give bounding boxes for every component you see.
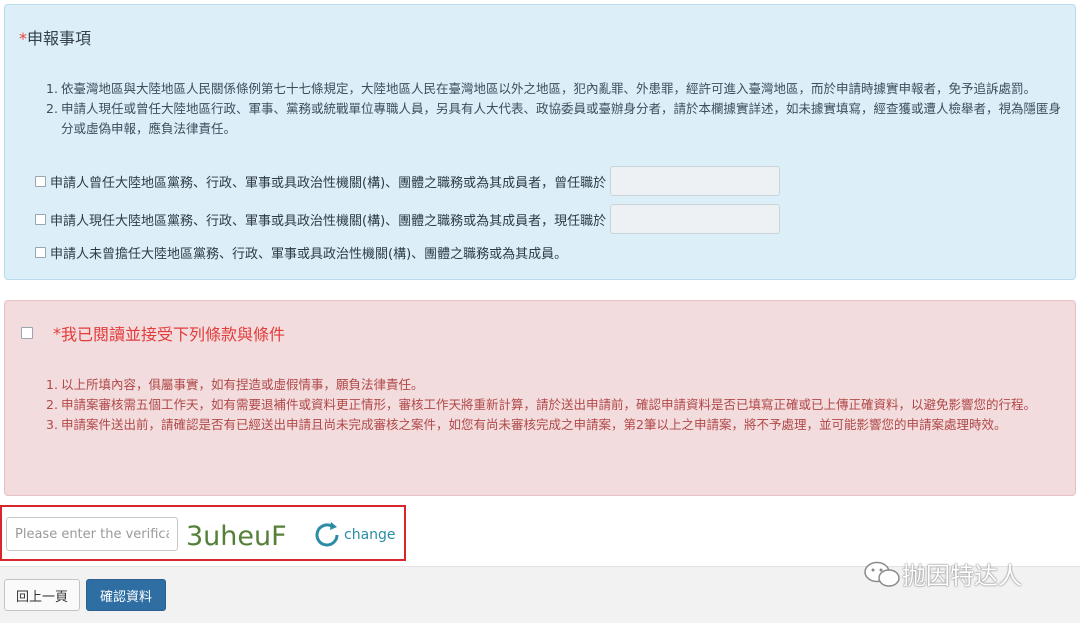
list-item: 1. 以上所填內容，俱屬事實，如有捏造或虛假情事，願負法律責任。 [46, 375, 1063, 395]
watermark: 抛因特达人 [862, 556, 1022, 591]
refresh-icon [315, 522, 339, 547]
refresh-label: change [344, 527, 396, 543]
required-mark: * [19, 29, 27, 48]
option-label: 申請人現任大陸地區黨務、行政、軍事或具政治性機關(構)、團體之職務或為其成員者，… [50, 213, 607, 229]
current-position-input[interactable] [610, 204, 781, 234]
list-item: 2. 申請人現任或曾任大陸地區行政、軍事、黨務或統戰單位專職人員，另具有人大代表、… [46, 99, 1063, 139]
list-item-text: 申請人現任或曾任大陸地區行政、軍事、黨務或統戰單位專職人員，另具有人大代表、政協… [61, 101, 1062, 136]
option-former-position: 申請人曾任大陸地區黨務、行政、軍事或具政治性機關(構)、團體之職務或為其成員者，… [35, 166, 781, 196]
list-item-text: 以上所填內容，俱屬事實，如有捏造或虛假情事，願負法律責任。 [61, 377, 424, 392]
captcha-input[interactable] [6, 517, 178, 551]
list-item: 1. 依臺灣地區與大陸地區人民關係條例第七十七條規定，大陸地區人民在臺灣地區以外之… [46, 79, 1063, 99]
list-item-number: 2. [46, 397, 58, 412]
list-item-number: 3. [46, 417, 58, 432]
list-item-number: 1. [46, 81, 58, 96]
required-mark: * [53, 323, 61, 343]
terms-list: 1. 以上所填內容，俱屬事實，如有捏造或虛假情事，願負法律責任。 2. 申請案審核需… [46, 375, 1063, 435]
declaration-list: 1. 依臺灣地區與大陸地區人民關係條例第七十七條規定，大陸地區人民在臺灣地區以外之… [46, 79, 1063, 139]
list-item-text: 申請案審核需五個工作天，如有需要退補件或資料更正情形，審核工作天將重新計算，請於… [61, 397, 1037, 412]
wechat-icon [864, 561, 900, 587]
list-item-text: 申請案件送出前，請確認是否有已經送出申請且尚未完成審核之案件，如您有尚未審核完成… [61, 417, 1007, 432]
captcha-image: 3uheuF [186, 521, 287, 552]
list-item: 2. 申請案審核需五個工作天，如有需要退補件或資料更正情形，審核工作天將重新計算，… [46, 395, 1063, 415]
captcha-refresh[interactable]: change [312, 520, 396, 550]
former-position-checkbox[interactable] [35, 175, 46, 187]
accept-terms-checkbox[interactable] [21, 327, 33, 339]
back-button[interactable]: 回上一頁 [4, 579, 80, 611]
never-held-checkbox[interactable] [35, 246, 46, 258]
terms-title: 我已閱讀並接受下列條款與條件 [61, 325, 286, 344]
list-item-text: 依臺灣地區與大陸地區人民關係條例第七十七條規定，大陸地區人民在臺灣地區以外之地區… [61, 81, 1037, 96]
watermark-text: 抛因特达人 [902, 562, 1022, 590]
declaration-panel: *申報事項 1. 依臺灣地區與大陸地區人民關係條例第七十七條規定，大陸地區人民在臺… [4, 4, 1076, 280]
captcha-code: 3uheuF [186, 521, 287, 552]
option-current-position: 申請人現任大陸地區黨務、行政、軍事或具政治性機關(構)、團體之職務或為其成員者，… [35, 204, 781, 234]
terms-panel: * 我已閱讀並接受下列條款與條件 1. 以上所填內容，俱屬事實，如有捏造或虛假情事，… [4, 300, 1076, 496]
confirm-button[interactable]: 確認資料 [86, 579, 166, 611]
declaration-title-text: 申報事項 [27, 29, 92, 48]
declaration-title: *申報事項 [19, 25, 91, 49]
former-position-input[interactable] [610, 166, 781, 196]
list-item-number: 1. [46, 377, 58, 392]
list-item-number: 2. [46, 101, 58, 116]
captcha-highlight-frame: 3uheuF change [0, 505, 406, 561]
option-never-held: 申請人未曾擔任大陸地區黨務、行政、軍事或具政治性機關(構)、團體之職務或為其成員… [35, 237, 567, 267]
option-label: 申請人未曾擔任大陸地區黨務、行政、軍事或具政治性機關(構)、團體之職務或為其成員… [50, 246, 568, 262]
list-item: 3. 申請案件送出前，請確認是否有已經送出申請且尚未完成審核之案件，如您有尚未審核… [46, 415, 1063, 435]
option-label: 申請人曾任大陸地區黨務、行政、軍事或具政治性機關(構)、團體之職務或為其成員者，… [50, 175, 607, 191]
current-position-checkbox[interactable] [35, 213, 46, 225]
terms-header: * 我已閱讀並接受下列條款與條件 [21, 321, 285, 345]
